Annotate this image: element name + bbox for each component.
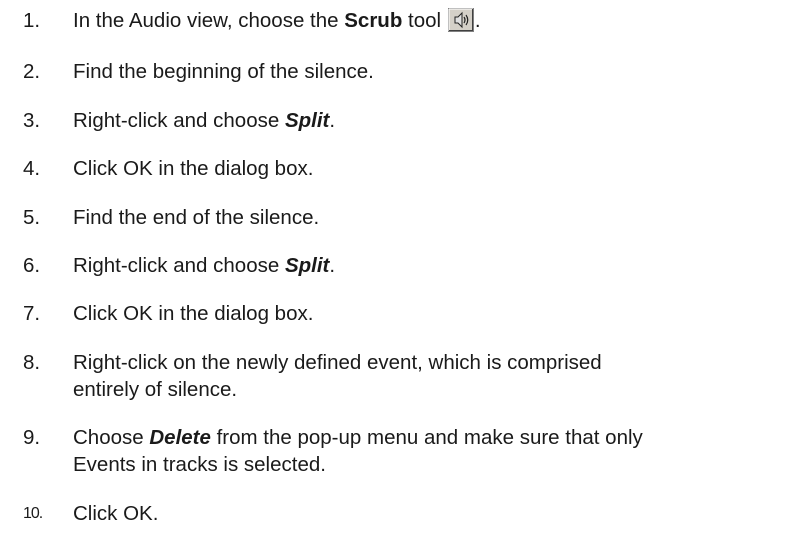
step-text: Choose Delete from the pop-up menu and m…	[73, 424, 763, 478]
step-text-part: In the Audio view, choose the	[73, 9, 345, 32]
step-text-part: .	[329, 109, 336, 132]
emphasized-term: Split	[284, 254, 330, 277]
step-text-line: entirely of silence.	[73, 378, 238, 401]
step-text-part: Right-click and choose	[73, 109, 285, 132]
step-text-line: Events in tracks is selected.	[73, 453, 326, 476]
step-text-part: Right-click and choose	[73, 254, 285, 277]
step-text: Find the beginning of the silence.	[73, 60, 374, 83]
step-number: 7.	[23, 302, 41, 325]
step-number: 6.	[23, 254, 41, 277]
step-text-part: tool	[402, 9, 447, 32]
scrub-tool-icon	[447, 8, 474, 32]
step-number: 1.	[23, 9, 41, 32]
step-number: 5.	[23, 206, 41, 229]
step-text: Click OK in the dialog box.	[73, 302, 314, 325]
step-number: 10.	[23, 505, 43, 522]
step-number: 9.	[23, 426, 41, 449]
emphasized-term: Split	[284, 109, 330, 132]
step-text-part: from the pop-up menu and make sure that …	[210, 426, 643, 449]
bold-term: Scrub	[344, 9, 403, 32]
step-text: Find the end of the silence.	[73, 206, 320, 229]
step-number: 3.	[23, 109, 41, 132]
step-text: Right-click on the newly defined event, …	[73, 349, 763, 403]
step-text: Right-click and choose Split.	[73, 252, 763, 279]
step-text-line: Right-click on the newly defined event, …	[73, 351, 602, 374]
step-text-part: .	[474, 9, 481, 32]
step-number: 8.	[23, 351, 41, 374]
step-number: 2.	[23, 60, 41, 83]
step-number: 4.	[23, 157, 41, 180]
instruction-steps-list: 1. In the Audio view, choose the Scrub t…	[0, 0, 785, 550]
step-text: Right-click and choose Split.	[73, 107, 763, 134]
emphasized-term: Delete	[149, 426, 211, 449]
step-text-part: .	[329, 254, 336, 277]
step-text: Click OK.	[73, 502, 159, 525]
step-text: Click OK in the dialog box.	[73, 157, 314, 180]
step-text: In the Audio view, choose the Scrub tool…	[73, 7, 763, 34]
step-text-part: Choose	[73, 426, 150, 449]
